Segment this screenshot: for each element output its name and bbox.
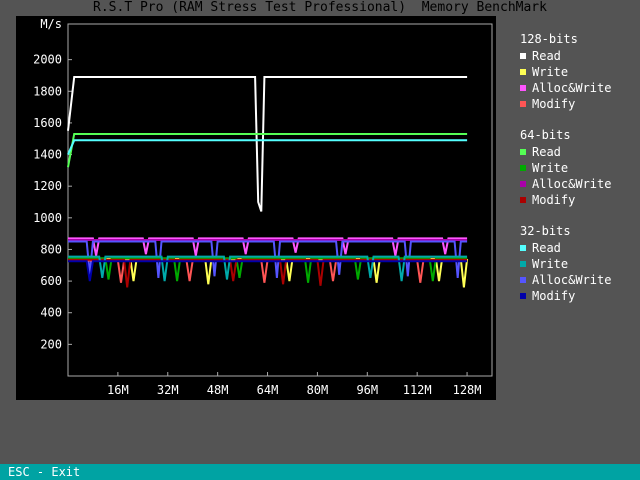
legend-group-32-title: 32-bits — [520, 224, 571, 238]
x-tick-label: 64M — [257, 383, 279, 397]
x-tick-label: 32M — [157, 383, 179, 397]
legend-label: Modify — [532, 193, 576, 207]
legend-item: Alloc&Write — [520, 272, 611, 288]
legend-label: Alloc&Write — [532, 273, 612, 287]
series-line — [67, 76, 468, 212]
legend-item: Alloc&Write — [520, 176, 611, 192]
legend-item: Read — [520, 144, 561, 160]
legend-item: Write — [520, 256, 568, 272]
legend-label: Read — [532, 241, 561, 255]
legend-label: Modify — [532, 97, 576, 111]
legend-label: Write — [532, 161, 569, 175]
window-title: R.S.T Pro (RAM Stress Test Professional)… — [93, 0, 547, 15]
y-tick-label: 1400 — [33, 148, 62, 162]
legend-swatch — [520, 148, 526, 155]
legend-swatch — [520, 276, 526, 283]
y-tick-label: 1200 — [33, 179, 62, 193]
x-tick-label: 128M — [453, 383, 482, 397]
legend-group-128-title: 128-bits — [520, 32, 578, 46]
legend-item: Modify — [520, 288, 575, 304]
legend-label: Modify — [532, 289, 576, 303]
legend-item: Read — [520, 240, 561, 256]
legend-label: Read — [532, 49, 561, 63]
legend-label: Read — [532, 145, 561, 159]
benchmark-chart: M/s 200 400 600 800 1000 1200 1400 1600 1800 2000 1… — [16, 16, 496, 400]
legend-item: Write — [520, 160, 568, 176]
legend-swatch — [520, 196, 526, 203]
series-line — [67, 133, 468, 168]
legend-label: Alloc&Write — [532, 177, 612, 191]
y-tick-label: 1600 — [33, 116, 62, 130]
status-bar: ESC - Exit — [0, 464, 640, 480]
legend-swatch — [520, 100, 526, 107]
legend-item: Write — [520, 64, 568, 80]
legend-swatch — [520, 180, 526, 187]
legend-swatch — [520, 68, 526, 75]
x-tick-label: 16M — [107, 383, 129, 397]
x-tick-label: 112M — [403, 383, 432, 397]
x-tick-label: 80M — [307, 383, 329, 397]
legend-group-64-title: 64-bits — [520, 128, 571, 142]
y-tick-label: 1800 — [33, 84, 62, 98]
legend-label: Write — [532, 257, 569, 271]
legend-swatch — [520, 292, 526, 299]
legend-item: Modify — [520, 192, 575, 208]
legend-label: Write — [532, 65, 569, 79]
legend-label: Alloc&Write — [532, 81, 612, 95]
y-tick-label: 600 — [40, 274, 62, 288]
legend-item: Alloc&Write — [520, 80, 611, 96]
y-tick-label: 2000 — [33, 53, 62, 67]
y-tick-label: 800 — [40, 242, 62, 256]
y-tick-label: 400 — [40, 306, 62, 320]
legend-swatch — [520, 84, 526, 91]
legend-swatch — [520, 164, 526, 171]
legend: 128-bits Read Write Alloc&Write Modify 6… — [504, 16, 640, 400]
esc-exit-hint[interactable]: ESC - Exit — [8, 464, 80, 480]
legend-item: Read — [520, 48, 561, 64]
x-tick-label: 48M — [207, 383, 229, 397]
chart-svg: M/s 200 400 600 800 1000 1200 1400 1600 1800 2000 1… — [33, 17, 493, 397]
y-axis-label: M/s — [40, 17, 62, 31]
legend-swatch — [520, 52, 526, 59]
y-tick-label: 200 — [40, 337, 62, 351]
y-tick-label: 1000 — [33, 211, 62, 225]
legend-item: Modify — [520, 96, 575, 112]
x-tick-label: 96M — [356, 383, 378, 397]
legend-swatch — [520, 260, 526, 267]
series-line — [67, 139, 468, 155]
legend-swatch — [520, 244, 526, 251]
